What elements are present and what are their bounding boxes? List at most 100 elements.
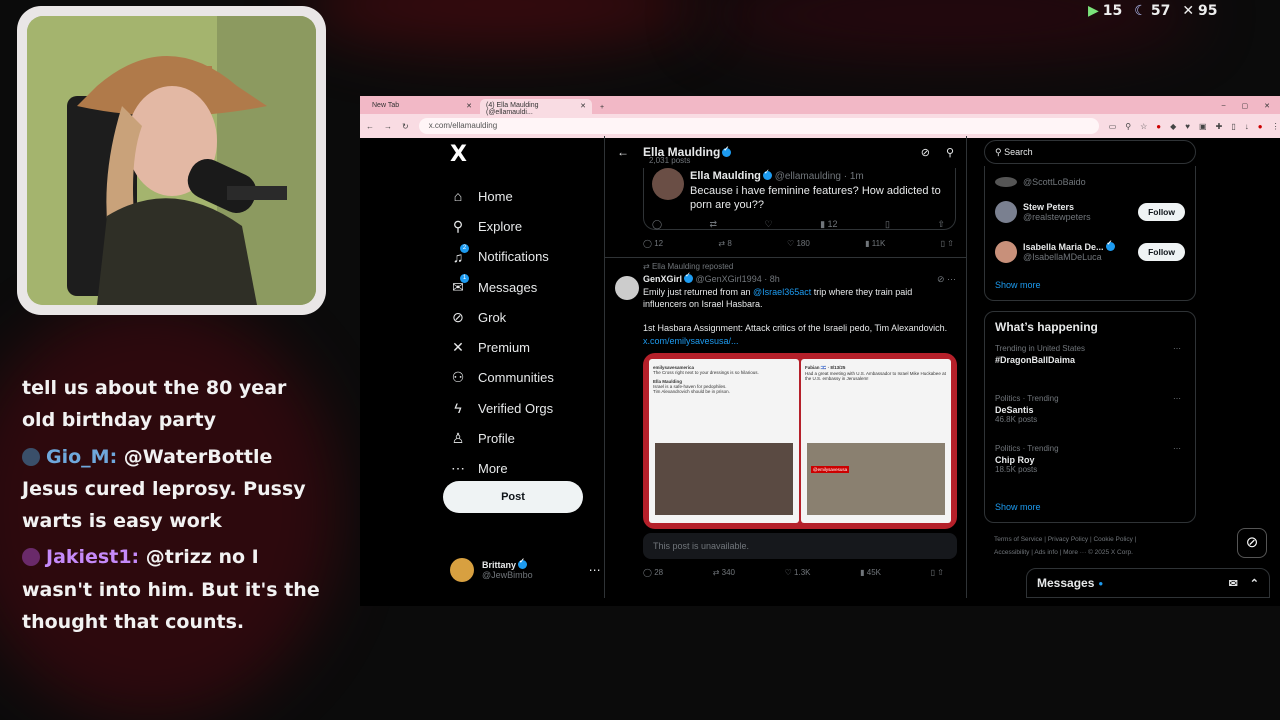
post-media[interactable]: emilysavesamerica The Cross right next t…: [643, 352, 957, 529]
more-icon[interactable]: ⊘ ⋯: [937, 274, 956, 285]
like-icon[interactable]: ♡: [765, 219, 773, 230]
quote-actions: ◯ ⇄ ♡ ▮ 12 ▯ ⇧: [652, 219, 945, 230]
download-icon[interactable]: ↓: [1245, 122, 1249, 131]
extension-icon[interactable]: ♥: [1185, 122, 1190, 131]
close-icon[interactable]: ✕: [580, 102, 586, 110]
chat-username: Gio_M:: [46, 445, 118, 468]
post-button[interactable]: Post: [443, 481, 583, 513]
nav-messages[interactable]: ✉ 1 Messages: [450, 272, 610, 302]
close-window-icon[interactable]: ✕: [1264, 102, 1270, 110]
messages-drawer[interactable]: Messages ● ✉ ⌃: [1026, 568, 1270, 598]
back-arrow-icon[interactable]: ←: [617, 145, 629, 159]
minimize-icon[interactable]: –: [1222, 102, 1226, 110]
reload-icon[interactable]: ↻: [402, 122, 409, 131]
post-link[interactable]: x.com/emilysavesusa/...: [643, 336, 739, 346]
url-field[interactable]: x.com/ellamaulding: [418, 118, 1099, 134]
profile-icon: ♙: [451, 430, 465, 447]
trend-item[interactable]: Trending in United States #DragonBallDaim…: [995, 344, 1185, 394]
repost-button[interactable]: ⇄ 340: [713, 568, 735, 577]
account-switcher[interactable]: Brittany@JewBimbo ⋯: [450, 557, 601, 582]
photo: [655, 442, 793, 515]
maximize-icon[interactable]: ▢: [1242, 102, 1249, 110]
close-icon[interactable]: ✕: [466, 102, 472, 110]
follow-suggestion[interactable]: Stew Peters @realstewpeters Follow: [995, 192, 1185, 232]
nav-explore[interactable]: ⚲ Explore: [450, 211, 610, 241]
profile-feed: ← Ella Maulding 2,031 posts ⊘⚲ Ella Maul…: [604, 136, 967, 598]
chat-message: Gio_M: @WaterBottle Jesus cured leprosy.…: [22, 445, 306, 533]
profile-avatar-icon[interactable]: ●: [1258, 122, 1263, 131]
bookmark-icon[interactable]: ▯: [885, 219, 890, 230]
follow-button[interactable]: Follow: [1138, 203, 1185, 221]
more-icon[interactable]: ⋯: [589, 563, 601, 577]
verified-badge-icon: [518, 557, 528, 569]
nav-profile[interactable]: ♙ Profile: [450, 423, 610, 453]
reply-button[interactable]: ◯ 12: [643, 239, 663, 248]
webcam-frame: [17, 6, 326, 315]
puzzle-icon[interactable]: ✚: [1216, 122, 1223, 131]
sidebar-icon[interactable]: ▯: [1231, 122, 1235, 131]
like-button[interactable]: ♡ 1.3K: [785, 568, 811, 577]
menu-icon[interactable]: ⋮: [1272, 122, 1280, 131]
extension-icon[interactable]: ◆: [1170, 122, 1176, 131]
extension-icon[interactable]: ▣: [1199, 122, 1207, 131]
tab-ella-maulding[interactable]: (4) Ella Maulding (@ellamauldi... ✕: [480, 99, 592, 116]
expand-icon[interactable]: ⌃: [1250, 577, 1259, 590]
reply-button[interactable]: ◯ 28: [643, 568, 663, 577]
repost-button[interactable]: ⇄ 8: [718, 239, 731, 248]
show-more-link[interactable]: Show more: [995, 494, 1185, 516]
cast-icon[interactable]: ▭: [1109, 122, 1117, 131]
search-icon[interactable]: ⚲: [946, 146, 954, 159]
feed-post[interactable]: ⇄ Ella Maulding reposted GenXGirl @GenXG…: [605, 258, 966, 587]
star-icon[interactable]: ☆: [1140, 122, 1147, 131]
back-icon[interactable]: ←: [366, 122, 374, 131]
nav-more[interactable]: ⋯ More: [450, 454, 610, 484]
browser-window: New Tab ✕ (4) Ella Maulding (@ellamauldi.…: [360, 96, 1280, 606]
follow-suggestion[interactable]: Isabella Maria De...@IsabellaMDeLucaFoll…: [995, 232, 1185, 272]
nav-grok[interactable]: ⊘ Grok: [450, 302, 610, 332]
trend-item[interactable]: Politics · Trending Chip Roy 18.5K posts ⋯: [995, 444, 1185, 494]
avatar: [615, 276, 639, 300]
x-logo[interactable]: X: [450, 142, 610, 167]
repost-icon: ⇄: [643, 262, 652, 271]
show-more-link[interactable]: Show more: [995, 272, 1185, 294]
follow-suggestion[interactable]: @ScottLoBaido: [995, 172, 1185, 192]
nav-home[interactable]: ⌂ Home: [450, 181, 610, 211]
bolt-icon: ϟ: [454, 400, 462, 417]
reply-icon[interactable]: ◯: [652, 219, 662, 230]
share-icon[interactable]: ⇧: [937, 219, 945, 230]
repost-icon[interactable]: ⇄: [710, 219, 718, 230]
nav-premium[interactable]: ✕ Premium: [450, 332, 610, 362]
x-icon: ✕: [1182, 3, 1195, 19]
grok-icon[interactable]: ⊘: [921, 146, 930, 159]
quoted-post[interactable]: Ella Maulding @ellamaulding · 1m Because…: [643, 168, 956, 230]
views-icon[interactable]: ▮ 12: [820, 219, 837, 230]
mention-link[interactable]: @Israel365act: [753, 287, 811, 297]
more-icon[interactable]: ⋯: [1173, 344, 1181, 353]
bookmark-icon[interactable]: ▯ ⇧: [931, 568, 944, 577]
more-icon[interactable]: ⋯: [1173, 444, 1181, 453]
new-tab-button[interactable]: +: [594, 101, 610, 114]
views-button[interactable]: ▮ 11K: [865, 239, 885, 248]
x-stat: ✕ 95: [1182, 3, 1218, 19]
views-button[interactable]: ▮ 45K: [860, 568, 881, 577]
search-input[interactable]: ⚲ Search: [984, 140, 1196, 164]
tab-new-tab[interactable]: New Tab ✕: [366, 99, 478, 114]
forward-icon[interactable]: →: [384, 122, 392, 131]
nav-verified-orgs[interactable]: ϟ Verified Orgs: [450, 393, 610, 423]
more-icon[interactable]: ⋯: [1173, 394, 1181, 403]
avatar: [995, 201, 1017, 223]
zoom-icon[interactable]: ⚲: [1125, 122, 1131, 131]
stream-chat: tell us about the 80 year old birthday p…: [22, 372, 322, 642]
compose-message-icon[interactable]: ✉: [1229, 577, 1238, 590]
extension-icon[interactable]: ●: [1156, 122, 1161, 131]
nav-communities[interactable]: ⚇ Communities: [450, 363, 610, 393]
grok-fab-button[interactable]: ⊘: [1237, 528, 1267, 558]
nav-notifications[interactable]: ♫ 2 Notifications: [450, 242, 610, 272]
background-glow: [300, 0, 700, 50]
trend-item[interactable]: Politics · Trending DeSantis 46.8K posts ⋯: [995, 394, 1185, 444]
like-button[interactable]: ♡ 180: [787, 239, 810, 248]
verified-badge-icon: [684, 271, 694, 283]
follow-button[interactable]: Follow: [1138, 243, 1185, 261]
communities-icon: ⚇: [451, 369, 465, 386]
bookmark-icon[interactable]: ▯ ⇧: [941, 239, 954, 248]
